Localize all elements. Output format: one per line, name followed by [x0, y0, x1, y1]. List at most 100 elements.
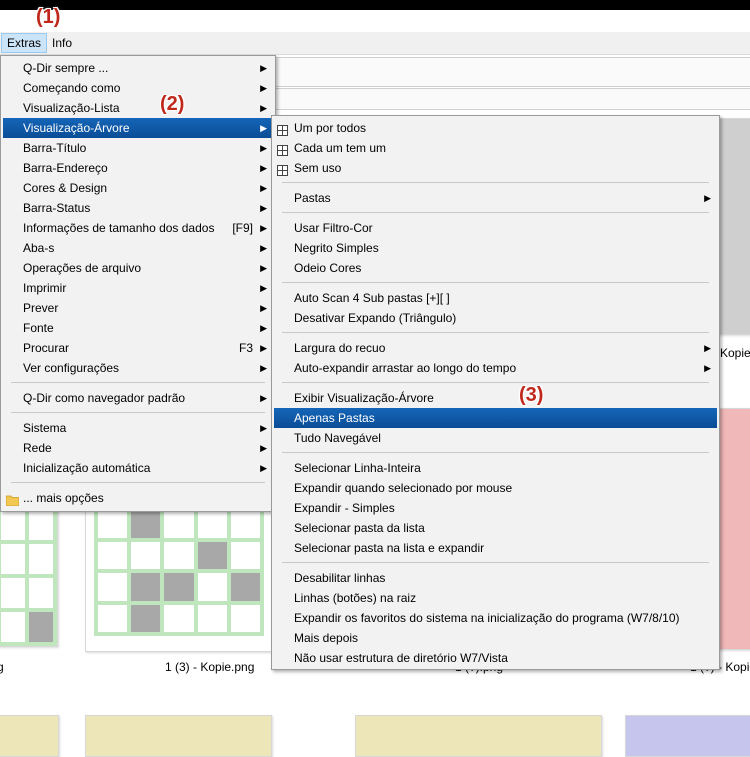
- menu-item-comecando-como[interactable]: Começando como ▶: [3, 78, 273, 98]
- menu-item-q-dir-sempre[interactable]: Q-Dir sempre ... ▶: [3, 58, 273, 78]
- item-label: Expandir - Simples: [294, 501, 395, 515]
- menu-item-cores-design[interactable]: Cores & Design ▶: [3, 178, 273, 198]
- menu-item-negrito-simples[interactable]: Negrito Simples: [274, 238, 717, 258]
- item-label: Rede: [23, 441, 52, 455]
- menu-item-barra-titulo[interactable]: Barra-Título ▶: [3, 138, 273, 158]
- item-label: Prever: [23, 301, 59, 315]
- menu-item-cada-um-tem-um[interactable]: Cada um tem um: [274, 138, 717, 158]
- menu-item-barra-endereco[interactable]: Barra-Endereço ▶: [3, 158, 273, 178]
- menu-item-um-por-todos[interactable]: Um por todos: [274, 118, 717, 138]
- menu-separator: [282, 212, 709, 213]
- menu-separator: [282, 182, 709, 183]
- submenu-arrow-icon: ▶: [260, 223, 267, 233]
- callout-1: (1): [36, 6, 61, 28]
- submenu-arrow-icon: ▶: [260, 283, 267, 293]
- menu-item-apenas-pastas[interactable]: Apenas Pastas: [274, 408, 717, 428]
- item-label: Um por todos: [294, 121, 367, 135]
- menu-item-nao-usar-estrutura[interactable]: Não usar estrutura de diretório W7/Vista: [274, 648, 717, 668]
- menu-extras[interactable]: Extras: [1, 33, 48, 53]
- item-label: Imprimir: [23, 281, 67, 295]
- menu-item-prever[interactable]: Prever ▶: [3, 298, 273, 318]
- folder-icon: [5, 492, 20, 507]
- menu-bar: Extras Info: [0, 32, 750, 55]
- menu-item-desativar-expando[interactable]: Desativar Expando (Triângulo): [274, 308, 717, 328]
- menu-item-fonte[interactable]: Fonte ▶: [3, 318, 273, 338]
- thumbnail-gray[interactable]: [718, 118, 750, 335]
- address-bar[interactable]: [260, 57, 750, 87]
- menu-item-auto-expandir[interactable]: Auto-expandir arrastar ao longo do tempo…: [274, 358, 717, 378]
- submenu-arrow-icon: ▶: [260, 423, 267, 433]
- item-label: Odeio Cores: [294, 261, 362, 275]
- thumbnail-pink[interactable]: [718, 408, 750, 650]
- layout-icon: [277, 122, 288, 136]
- menu-item-usar-filtro-cor[interactable]: Usar Filtro-Cor: [274, 218, 717, 238]
- thumbnail-yellow-1[interactable]: [0, 715, 59, 757]
- submenu-arrow-icon: ▶: [260, 83, 267, 93]
- menu-item-mais-depois[interactable]: Mais depois: [274, 628, 717, 648]
- menu-item-expandir-favoritos[interactable]: Expandir os favoritos do sistema na inic…: [274, 608, 717, 628]
- menu-item-expandir-simples[interactable]: Expandir - Simples: [274, 498, 717, 518]
- menu-item-selecionar-linha-inteira[interactable]: Selecionar Linha-Inteira: [274, 458, 717, 478]
- menu-item-desabilitar-linhas[interactable]: Desabilitar linhas: [274, 568, 717, 588]
- item-label: Selecionar pasta da lista: [294, 521, 425, 535]
- menu-item-pastas[interactable]: Pastas ▶: [274, 188, 717, 208]
- menu-info-label: Info: [52, 36, 73, 50]
- menu-item-imprimir[interactable]: Imprimir ▶: [3, 278, 273, 298]
- menu-item-aba-s[interactable]: Aba-s ▶: [3, 238, 273, 258]
- submenu-arrow-icon: ▶: [260, 243, 267, 253]
- menu-item-sistema[interactable]: Sistema ▶: [3, 418, 273, 438]
- menu-item-informacoes-tamanho[interactable]: Informações de tamanho dos dados [F9] ▶: [3, 218, 273, 238]
- item-label: Linhas (botões) na raiz: [294, 591, 417, 605]
- item-label: Ver configurações: [23, 361, 120, 375]
- menu-item-exibir-visualizacao-arvore[interactable]: Exibir Visualização-Árvore: [274, 388, 717, 408]
- menu-info[interactable]: Info: [47, 34, 77, 52]
- menu-item-expandir-mouse[interactable]: Expandir quando selecionado por mouse: [274, 478, 717, 498]
- menu-item-barra-status[interactable]: Barra-Status ▶: [3, 198, 273, 218]
- menu-item-odeio-cores[interactable]: Odeio Cores: [274, 258, 717, 278]
- item-label: Largura do recuo: [294, 341, 386, 355]
- item-label: Sistema: [23, 421, 67, 435]
- item-label: Exibir Visualização-Árvore: [294, 391, 434, 405]
- item-label: Barra-Endereço: [23, 161, 108, 175]
- item-label: Procurar: [23, 341, 70, 355]
- item-label: Desabilitar linhas: [294, 571, 386, 585]
- menu-item-ver-configuracoes[interactable]: Ver configurações ▶: [3, 358, 273, 378]
- thumbnail-yellow-3[interactable]: [355, 715, 602, 757]
- menu-item-selecionar-expandir[interactable]: Selecionar pasta na lista e expandir: [274, 538, 717, 558]
- menu-item-visualizacao-lista[interactable]: Visualização-Lista ▶: [3, 98, 273, 118]
- item-label: ... mais opções: [23, 491, 104, 505]
- menu-separator: [282, 452, 709, 453]
- thumbnail-blue[interactable]: [625, 715, 750, 757]
- submenu-arrow-icon: ▶: [260, 443, 267, 453]
- item-label: Pastas: [294, 191, 331, 205]
- thumbnail-green-2[interactable]: [85, 505, 272, 652]
- thumbnail-yellow-2[interactable]: [85, 715, 272, 757]
- submenu-arrow-icon: ▶: [704, 193, 711, 203]
- menu-item-mais-opcoes[interactable]: ... mais opções: [3, 488, 273, 508]
- item-label: Fonte: [23, 321, 54, 335]
- item-label: Desativar Expando (Triângulo): [294, 311, 457, 325]
- menu-item-sem-uso[interactable]: Sem uso: [274, 158, 717, 178]
- submenu-arrow-icon: ▶: [704, 363, 711, 373]
- submenu-arrow-icon: ▶: [260, 123, 267, 133]
- menu-item-navegador-padrao[interactable]: Q-Dir como navegador padrão ▶: [3, 388, 273, 408]
- menu-item-largura-recuo[interactable]: Largura do recuo ▶: [274, 338, 717, 358]
- item-label: Expandir os favoritos do sistema na inic…: [294, 611, 680, 625]
- menu-item-procurar[interactable]: Procurar F3 ▶: [3, 338, 273, 358]
- item-label: Começando como: [23, 81, 121, 95]
- menu-item-linhas-raiz[interactable]: Linhas (botões) na raiz: [274, 588, 717, 608]
- menu-item-selecionar-pasta-lista[interactable]: Selecionar pasta da lista: [274, 518, 717, 538]
- menu-item-auto-scan[interactable]: Auto Scan 4 Sub pastas [+][ ]: [274, 288, 717, 308]
- item-label: Auto-expandir arrastar ao longo do tempo: [294, 361, 517, 375]
- item-label: Aba-s: [23, 241, 55, 255]
- thumbnail-green-1[interactable]: [0, 505, 58, 647]
- menu-item-rede[interactable]: Rede ▶: [3, 438, 273, 458]
- submenu-arrow-icon: ▶: [260, 343, 267, 353]
- menu-item-operacoes-arquivo[interactable]: Operações de arquivo ▶: [3, 258, 273, 278]
- submenu-arrow-icon: ▶: [260, 163, 267, 173]
- menu-separator: [11, 482, 265, 483]
- menu-extras-label: Extras: [7, 36, 42, 50]
- menu-item-tudo-navegavel[interactable]: Tudo Navegável: [274, 428, 717, 448]
- menu-item-inicializacao-automatica[interactable]: Inicialização automática ▶: [3, 458, 273, 478]
- menu-item-visualizacao-arvore[interactable]: Visualização-Árvore ▶: [3, 118, 273, 138]
